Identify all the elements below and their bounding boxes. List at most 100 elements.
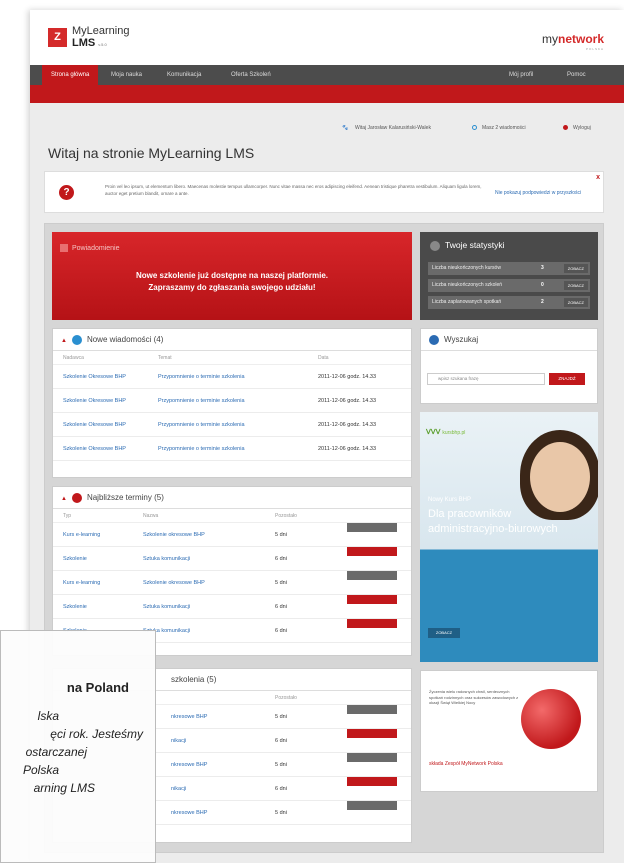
- term-name[interactable]: Szkolenie okresowe BHP: [143, 523, 205, 547]
- calendar-icon: [71, 492, 82, 503]
- overlay-title: na Poland: [66, 680, 129, 695]
- chat-icon: [71, 334, 82, 345]
- user-greeting[interactable]: Witaj Jarosław Kalarusiński-Walek: [355, 125, 431, 131]
- start-button[interactable]: ROZPOCZNIJ: [347, 547, 397, 561]
- main-nav: Strona główna Moja nauka Komunikacja Ofe…: [30, 65, 624, 85]
- stats-header: Twoje statystyki: [430, 240, 505, 251]
- term-name[interactable]: Sztuka komunikacji: [143, 595, 190, 619]
- overlay-line: ęci rok. Jesteśmy: [50, 727, 143, 741]
- globe-icon: [521, 689, 581, 749]
- training-name[interactable]: nkresowe BHP: [171, 753, 207, 777]
- easter-greeting-banner[interactable]: Życzenia wielu radosnych chwil, serdeczn…: [420, 670, 598, 792]
- choose-term-button[interactable]: WYBIERZ TERMIN: [347, 753, 397, 767]
- message-subject[interactable]: Przypomnienie o terminie szkolenia: [158, 437, 245, 461]
- mynetwork-sub: POLSKA: [585, 47, 604, 51]
- logo-version: v.5.0: [98, 42, 107, 47]
- choose-term-button[interactable]: WYBIERZ TERMIN: [347, 705, 397, 719]
- search-panel: Wyszukaj wpisz szukana frazę ZNAJDŹ: [420, 328, 598, 404]
- training-name[interactable]: nikacji: [171, 777, 186, 801]
- search-button[interactable]: ZNAJDŹ: [549, 373, 585, 385]
- logo-text: MyLearning: [72, 25, 130, 37]
- stat-view-button[interactable]: ZOBACZ: [563, 281, 588, 290]
- message-subject[interactable]: Przypomnienie o terminie szkolenia: [158, 389, 245, 413]
- term-remaining: 6 dni: [275, 604, 287, 610]
- terms-table-header: Typ Nazwa Pozostało: [53, 509, 411, 523]
- start-button[interactable]: ROZPOCZNIJ: [347, 595, 397, 609]
- nav-profile[interactable]: Mój profil: [500, 65, 542, 85]
- message-date: 2011-12-06 godz. 14.33: [318, 374, 376, 380]
- choose-term-button[interactable]: WYBIERZ TERMIN: [347, 801, 397, 815]
- page-title: Witaj na stronie MyLearning LMS: [48, 145, 255, 161]
- term-name[interactable]: Szkolenie okresowe BHP: [143, 571, 205, 595]
- message-date: 2011-12-06 godz. 14.33: [318, 446, 376, 452]
- logo-lms: LMS v.5.0: [72, 37, 107, 49]
- messages-link[interactable]: Masz 2 wiadomości: [482, 125, 526, 131]
- message-row[interactable]: Szkolenie Okresowe BHP Przypomnienie o te…: [53, 413, 411, 437]
- term-row: Szkolenie Sztuka komunikacji 6 dni ROZPOCZN…: [53, 547, 411, 571]
- nav-home[interactable]: Strona główna: [42, 65, 99, 85]
- mynetwork-logo: mynetwork: [541, 32, 604, 46]
- overlay-line: arning LMS: [33, 781, 95, 795]
- logo-icon[interactable]: Z: [48, 28, 67, 47]
- messages-header[interactable]: ▲ Nowe wiadomości (4): [53, 329, 411, 351]
- start-button[interactable]: ROZPOCZNIJ: [347, 619, 397, 633]
- close-icon[interactable]: x: [596, 174, 600, 181]
- search-header: Wyszukaj: [421, 329, 597, 351]
- message-row[interactable]: Szkolenie Okresowe BHP Przypomnienie o te…: [53, 389, 411, 413]
- message-date: 2011-12-06 godz. 14.33: [318, 422, 376, 428]
- nav-trainings-offer[interactable]: Oferta Szkoleń: [222, 65, 280, 85]
- term-row: Szkolenie Sztuka komunikacji 6 dni ROZPOCZN…: [53, 595, 411, 619]
- notification-panel: Powiadomienie Nowe szkolenie już dostępn…: [52, 232, 412, 320]
- choose-term-button[interactable]: WYBIERZ TERMIN: [347, 571, 397, 585]
- banner-view-button[interactable]: ZOBACZ: [428, 628, 460, 638]
- notification-line-1: Nowe szkolenie już dostępne na naszej pl…: [135, 271, 329, 280]
- term-remaining: 5 dni: [275, 580, 287, 586]
- training-remaining: 6 dni: [275, 738, 287, 744]
- search-input[interactable]: wpisz szukana frazę: [427, 373, 545, 385]
- training-remaining: 5 dni: [275, 762, 287, 768]
- term-remaining: 6 dni: [275, 628, 287, 634]
- term-type[interactable]: Kurs e-learning: [63, 571, 100, 595]
- training-name[interactable]: nikacji: [171, 729, 186, 753]
- training-name[interactable]: nkresowe BHP: [171, 705, 207, 729]
- message-row[interactable]: Szkolenie Okresowe BHP Przypomnienie o te…: [53, 365, 411, 389]
- overlay-card: na Poland lska ęci rok. Jesteśmy ostarcz…: [0, 630, 156, 863]
- training-remaining: 5 dni: [275, 810, 287, 816]
- logout-link[interactable]: Wyloguj: [573, 125, 591, 131]
- start-button[interactable]: ROZPOCZNIJ: [347, 777, 397, 791]
- notification-body: Nowe szkolenie już dostępne na naszej pl…: [52, 270, 412, 294]
- choose-term-button[interactable]: WYBIERZ TERMIN: [347, 523, 397, 537]
- nav-communication[interactable]: Komunikacja: [158, 65, 210, 85]
- message-sender[interactable]: Szkolenie Okresowe BHP: [63, 389, 126, 413]
- term-type[interactable]: Kurs e-learning: [63, 523, 100, 547]
- nav-my-learning[interactable]: Moja nauka: [102, 65, 151, 85]
- banner-headline-2: administracyjno-biurowych: [428, 523, 558, 535]
- message-subject[interactable]: Przypomnienie o terminie szkolenia: [158, 365, 245, 389]
- term-row: Kurs e-learning Szkolenie okresowe BHP 5 d…: [53, 571, 411, 595]
- collapse-icon[interactable]: ▲: [61, 496, 67, 502]
- bhp-course-banner[interactable]: ᐯᐯᐯ kursbhp.pl Nowy Kurs BHP Dla pracown…: [420, 412, 598, 662]
- message-row[interactable]: Szkolenie Okresowe BHP Przypomnienie o te…: [53, 437, 411, 461]
- term-remaining: 5 dni: [275, 532, 287, 538]
- term-name[interactable]: Sztuka komunikacji: [143, 547, 190, 571]
- message-date: 2011-12-06 godz. 14.33: [318, 398, 376, 404]
- training-remaining: 6 dni: [275, 786, 287, 792]
- term-type[interactable]: Szkolenie: [63, 547, 87, 571]
- banner-headline-1: Dla pracowników: [428, 508, 512, 520]
- training-name[interactable]: nkresowe BHP: [171, 801, 207, 825]
- greeting-text: Życzenia wielu radosnych chwil, serdeczn…: [429, 689, 519, 705]
- stat-view-button[interactable]: ZOBACZ: [563, 298, 588, 307]
- stat-view-button[interactable]: ZOBACZ: [563, 264, 588, 273]
- terms-header[interactable]: ▲ Najbliższe terminy (5): [53, 487, 411, 509]
- question-icon: ?: [59, 185, 74, 200]
- tip-dismiss-link[interactable]: Nie pokazuj podpowiedzi w przyszłości: [495, 190, 581, 196]
- start-button[interactable]: ROZPOCZNIJ: [347, 729, 397, 743]
- term-type[interactable]: Szkolenie: [63, 595, 87, 619]
- greeting-signature: składa Zespół MyNetwork Polska: [429, 761, 503, 767]
- collapse-icon[interactable]: ▲: [61, 338, 67, 344]
- message-sender[interactable]: Szkolenie Okresowe BHP: [63, 365, 126, 389]
- message-sender[interactable]: Szkolenie Okresowe BHP: [63, 413, 126, 437]
- nav-help[interactable]: Pomoc: [558, 65, 595, 85]
- message-sender[interactable]: Szkolenie Okresowe BHP: [63, 437, 126, 461]
- message-subject[interactable]: Przypomnienie o terminie szkolenia: [158, 413, 245, 437]
